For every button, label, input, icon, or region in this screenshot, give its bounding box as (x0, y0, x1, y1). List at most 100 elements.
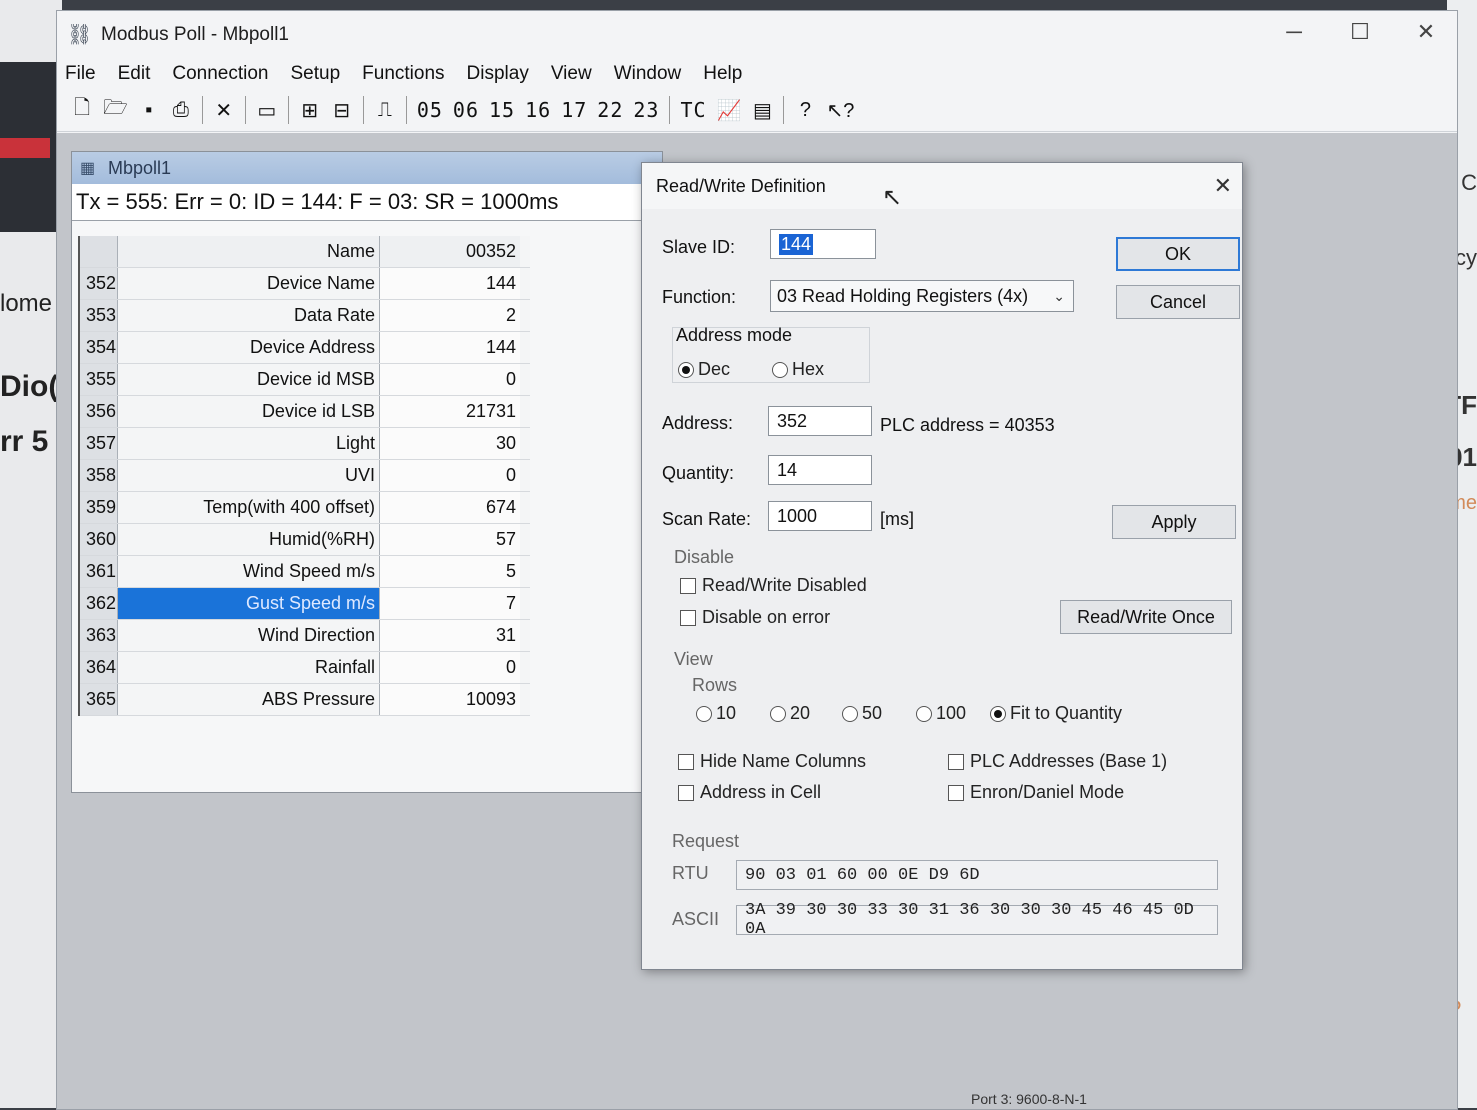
table-row[interactable]: 360 Humid(%RH) 57 (80, 524, 530, 556)
chart-icon[interactable]: 📈 (717, 98, 742, 123)
fc17-button[interactable]: 17 (561, 98, 587, 122)
table-row-selected[interactable]: 362 Gust Speed m/s 7 (80, 588, 530, 620)
row-value[interactable]: 57 (380, 524, 520, 555)
table-row[interactable]: 355 Device id MSB 0 (80, 364, 530, 396)
row-value[interactable]: 21731 (380, 396, 520, 427)
scan-rate-input[interactable]: 1000 (768, 501, 872, 531)
slave-id-input[interactable]: 144 (770, 229, 876, 259)
row-name[interactable]: Data Rate (118, 300, 380, 331)
quantity-input[interactable]: 14 (768, 455, 872, 485)
hex-radio[interactable]: Hex (772, 359, 824, 380)
row-name[interactable]: Device id MSB (118, 364, 380, 395)
row-name[interactable]: Device Name (118, 268, 380, 299)
address-in-cell-checkbox[interactable]: Address in Cell (678, 782, 821, 803)
row-name[interactable]: Device id LSB (118, 396, 380, 427)
row-value[interactable]: 674 (380, 492, 520, 523)
new-icon[interactable]: 🗋 (71, 93, 93, 127)
menu-window[interactable]: Window (614, 63, 682, 85)
connect-icon[interactable]: ⊞ (299, 98, 321, 123)
table-row[interactable]: 365 ABS Pressure 10093 (80, 684, 530, 716)
row-value[interactable]: 10093 (380, 684, 520, 715)
menu-setup[interactable]: Setup (291, 63, 341, 85)
minimize-button[interactable]: ─ (1281, 19, 1307, 45)
context-help-icon[interactable]: ↖? (826, 98, 854, 123)
read-write-once-button[interactable]: Read/Write Once (1060, 600, 1232, 634)
column-header-value[interactable]: 00352 (380, 236, 520, 267)
fc06-button[interactable]: 06 (453, 98, 479, 122)
enron-daniel-checkbox[interactable]: Enron/Daniel Mode (948, 782, 1124, 803)
menu-edit[interactable]: Edit (118, 63, 151, 85)
maximize-button[interactable]: ☐ (1347, 19, 1373, 45)
window-icon[interactable]: ▭ (256, 98, 278, 123)
fc23-button[interactable]: 23 (633, 98, 659, 122)
table-row[interactable]: 357 Light 30 (80, 428, 530, 460)
menu-functions[interactable]: Functions (362, 63, 444, 85)
monitor-icon[interactable]: ▤ (751, 98, 773, 123)
row-value[interactable]: 5 (380, 556, 520, 587)
menu-help[interactable]: Help (703, 63, 742, 85)
title-bar[interactable]: ⛓ Modbus Poll - Mbpoll1 (57, 11, 1457, 59)
close-button[interactable]: ✕ (1413, 19, 1439, 45)
row-value[interactable]: 0 (380, 652, 520, 683)
help-icon[interactable]: ? (794, 99, 816, 122)
table-row[interactable]: 361 Wind Speed m/s 5 (80, 556, 530, 588)
row-name[interactable]: Humid(%RH) (118, 524, 380, 555)
row-value[interactable]: 2 (380, 300, 520, 331)
table-row[interactable]: 359 Temp(with 400 offset) 674 (80, 492, 530, 524)
menu-view[interactable]: View (551, 63, 592, 85)
menu-connection[interactable]: Connection (172, 63, 268, 85)
tc-button[interactable]: TC (680, 98, 706, 122)
table-row[interactable]: 364 Rainfall 0 (80, 652, 530, 684)
row-name[interactable]: ABS Pressure (118, 684, 380, 715)
row-name[interactable]: Wind Direction (118, 620, 380, 651)
hide-name-columns-checkbox[interactable]: Hide Name Columns (678, 751, 866, 772)
table-row[interactable]: 356 Device id LSB 21731 (80, 396, 530, 428)
table-row[interactable]: 354 Device Address 144 (80, 332, 530, 364)
delete-icon[interactable]: ✕ (213, 98, 235, 123)
rows-fit-radio[interactable]: Fit to Quantity (990, 703, 1122, 724)
row-value[interactable]: 30 (380, 428, 520, 459)
fc15-button[interactable]: 15 (489, 98, 515, 122)
table-row[interactable]: 352 Device Name 144 (80, 268, 530, 300)
print-icon[interactable]: ⎙ (170, 99, 192, 122)
table-row[interactable]: 363 Wind Direction 31 (80, 620, 530, 652)
row-value[interactable]: 7 (380, 588, 520, 619)
row-value[interactable]: 0 (380, 460, 520, 491)
rows-50-radio[interactable]: 50 (842, 703, 882, 724)
rows-100-radio[interactable]: 100 (916, 703, 966, 724)
row-value[interactable]: 144 (380, 332, 520, 363)
disable-on-error-checkbox[interactable]: Disable on error (680, 607, 830, 628)
menu-file[interactable]: File (65, 63, 96, 85)
save-icon[interactable]: ▪ (138, 99, 160, 122)
row-name[interactable]: Temp(with 400 offset) (118, 492, 380, 523)
cancel-button[interactable]: Cancel (1116, 285, 1240, 319)
row-value[interactable]: 31 (380, 620, 520, 651)
row-name[interactable]: Device Address (118, 332, 380, 363)
disconnect-icon[interactable]: ⊟ (331, 98, 353, 123)
row-name[interactable]: Wind Speed m/s (118, 556, 380, 587)
row-value[interactable]: 0 (380, 364, 520, 395)
row-value[interactable]: 144 (380, 268, 520, 299)
menu-display[interactable]: Display (467, 63, 529, 85)
dec-radio[interactable]: Dec (678, 359, 730, 380)
column-header-name[interactable]: Name (118, 236, 380, 267)
address-input[interactable]: 352 (768, 406, 872, 436)
dialog-title-bar[interactable]: Read/Write Definition (642, 163, 1242, 209)
table-row[interactable]: 353 Data Rate 2 (80, 300, 530, 332)
rows-20-radio[interactable]: 20 (770, 703, 810, 724)
pulse-icon[interactable]: ⎍ (374, 99, 396, 122)
row-name[interactable]: UVI (118, 460, 380, 491)
fc22-button[interactable]: 22 (597, 98, 623, 122)
child-title-bar[interactable]: ▦ Mbpoll1 (72, 152, 662, 184)
fc16-button[interactable]: 16 (525, 98, 551, 122)
dialog-close-icon[interactable]: ✕ (1214, 173, 1232, 199)
function-select[interactable]: 03 Read Holding Registers (4x) ⌄ (770, 280, 1074, 312)
apply-button[interactable]: Apply (1112, 505, 1236, 539)
row-name[interactable]: Rainfall (118, 652, 380, 683)
rows-10-radio[interactable]: 10 (696, 703, 736, 724)
rw-disabled-checkbox[interactable]: Read/Write Disabled (680, 575, 867, 596)
open-icon[interactable]: 🗁 (103, 93, 128, 127)
row-name[interactable]: Gust Speed m/s (118, 588, 380, 619)
table-row[interactable]: 358 UVI 0 (80, 460, 530, 492)
ok-button[interactable]: OK (1116, 237, 1240, 271)
